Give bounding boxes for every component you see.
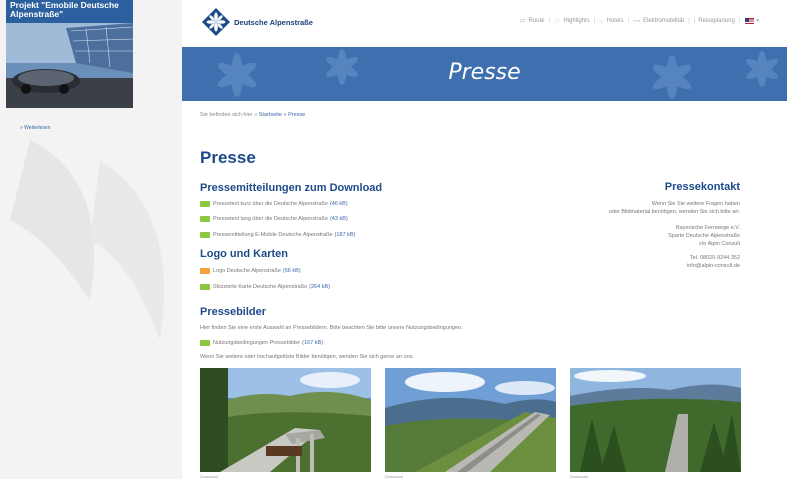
nav-item-route[interactable]: ⇄ Route — [520, 17, 545, 25]
contact-email[interactable]: info@alpin-consult.de — [609, 262, 740, 270]
download-item[interactable]: Pressemitteilung E-Mobile Deutsche Alpen… — [200, 232, 355, 238]
breadcrumb-current: » Presse — [283, 112, 306, 118]
forest-photo — [570, 368, 741, 472]
logo-heading: Logo und Karten — [200, 248, 288, 260]
page-title: Presse — [200, 148, 256, 167]
left-sidebar: Projekt "Emobile Deutsche Alpenstraße" »… — [0, 0, 182, 479]
nav-label: Route — [528, 18, 545, 24]
breadcrumb-home-link[interactable]: Startseite — [259, 112, 282, 118]
press-contact: Wenn Sie Sie weitere Fragen haben oder B… — [609, 200, 740, 270]
file-size: (43 kB) — [329, 216, 348, 222]
download-label: Nutzungsbedingungen Pressebilder — [213, 340, 301, 346]
nav-label: Hotels — [606, 18, 624, 24]
english-flag-icon[interactable] — [745, 18, 755, 24]
photo-download-link[interactable]: Download — [570, 474, 588, 479]
site-header: Deutsche Alpenstraße ⇄ Route | ☆ Highlig… — [182, 0, 787, 45]
breadcrumb-prefix: Sie befinden sich hier » — [200, 112, 258, 118]
download-item[interactable]: Skizzierte Karte Deutsche Alpenstraße (2… — [200, 284, 330, 290]
download-label: Pressetext lang über die Deutsche Alpens… — [213, 216, 328, 222]
car-icon: ⊶ — [633, 18, 641, 25]
images-more-text: Wenn Sie weitere oder hochaufgelöste Bil… — [200, 354, 414, 360]
route-icon: ⇄ — [519, 18, 526, 25]
nav-item-reiseplanung[interactable]: i Reiseplanung — [694, 18, 735, 25]
chevron-down-icon[interactable]: ▾ — [756, 18, 759, 24]
nav-separator: | — [627, 18, 630, 24]
press-photo-forest[interactable] — [570, 368, 741, 472]
download-label: Pressemitteilung E-Mobile Deutsche Alpen… — [213, 232, 333, 238]
contact-org: Sparte Deutsche Alpenstraße — [668, 233, 740, 239]
bridge-photo — [200, 368, 371, 472]
download-icon — [200, 284, 210, 290]
images-intro: Hier finden Sie eine erste Auswahl an Pr… — [200, 325, 463, 331]
page-banner: Presse — [182, 47, 787, 101]
file-size: (187 kB) — [334, 232, 356, 238]
file-size: (264 kB) — [309, 284, 330, 290]
file-size: (46 kB) — [329, 201, 348, 207]
nav-label: Reiseplanung — [698, 18, 735, 24]
download-icon — [200, 268, 210, 274]
file-size: (167 kB) — [302, 340, 323, 346]
nav-label: Elektromobilität — [643, 18, 685, 24]
edelweiss-logo-icon — [202, 8, 230, 36]
terms-download[interactable]: Nutzungsbedingungen Pressebilder (167 kB… — [200, 340, 323, 346]
nav-item-elektromobilitaet[interactable]: ⊶ Elektromobilität — [633, 17, 684, 25]
promo-photo — [6, 23, 133, 108]
download-label: Pressetext kurz über die Deutsche Alpens… — [213, 201, 328, 207]
site-logo[interactable]: Deutsche Alpenstraße — [202, 8, 313, 36]
sidebar-decoration — [10, 140, 164, 340]
nav-separator: | — [688, 18, 690, 24]
download-icon — [200, 232, 210, 238]
file-size: (66 kB) — [282, 268, 301, 274]
photo-download-link[interactable]: Download — [385, 474, 403, 479]
nav-separator: | — [548, 18, 551, 24]
logo-text: Deutsche Alpenstraße — [234, 17, 313, 27]
downloads-heading: Pressemitteilungen zum Download — [200, 182, 383, 194]
download-label: Logo Deutsche Alpenstraße — [213, 268, 281, 274]
images-heading: Pressebilder — [200, 306, 267, 318]
contact-phone: Tel. 08025-9244 352 — [689, 255, 740, 261]
contact-intro: Wenn Sie Sie weitere Fragen haben — [651, 201, 740, 207]
contact-intro: oder Bildmaterial benötigen, wenden Sie … — [608, 209, 740, 215]
press-photo-bridge[interactable] — [200, 368, 371, 472]
download-item[interactable]: Pressetext kurz über die Deutsche Alpens… — [200, 201, 348, 207]
nav-item-highlights[interactable]: ☆ Highlights — [554, 17, 590, 25]
star-icon: ☆ — [554, 18, 561, 25]
download-icon — [200, 340, 210, 346]
nav-label: Highlights — [563, 18, 590, 24]
nav-item-hotels[interactable]: ⌂ Hotels — [599, 18, 623, 25]
download-item[interactable]: Pressetext lang über die Deutsche Alpens… — [200, 216, 348, 222]
download-item[interactable]: Logo Deutsche Alpenstraße (66 kB) — [200, 268, 301, 274]
hotel-icon: ⌂ — [599, 17, 604, 25]
promo-banner[interactable]: Projekt "Emobile Deutsche Alpenstraße" — [6, 0, 133, 108]
breadcrumb: Sie befinden sich hier » Startseite » Pr… — [200, 112, 305, 118]
contact-org: c/o Alpin Consult — [699, 241, 740, 247]
download-icon — [200, 201, 210, 207]
read-more-link[interactable]: » Weiterlesen — [20, 125, 50, 131]
download-label: Skizzierte Karte Deutsche Alpenstraße — [213, 284, 308, 290]
press-photo-road[interactable] — [385, 368, 556, 472]
download-icon — [200, 216, 210, 222]
info-icon: i — [693, 17, 696, 25]
contact-heading: Pressekontakt — [664, 181, 740, 193]
nav-separator: | — [593, 18, 596, 24]
photo-download-link[interactable]: Download — [200, 474, 218, 479]
contact-org: Bayerische Fernwege e.V. — [676, 225, 740, 231]
banner-title: Presse — [448, 60, 521, 85]
top-navigation: ⇄ Route | ☆ Highlights | ⌂ Hotels | ⊶ El… — [516, 17, 759, 26]
promo-title: Projekt "Emobile Deutsche Alpenstraße" — [10, 0, 119, 19]
nav-separator: | — [738, 18, 741, 24]
road-photo — [385, 368, 556, 472]
